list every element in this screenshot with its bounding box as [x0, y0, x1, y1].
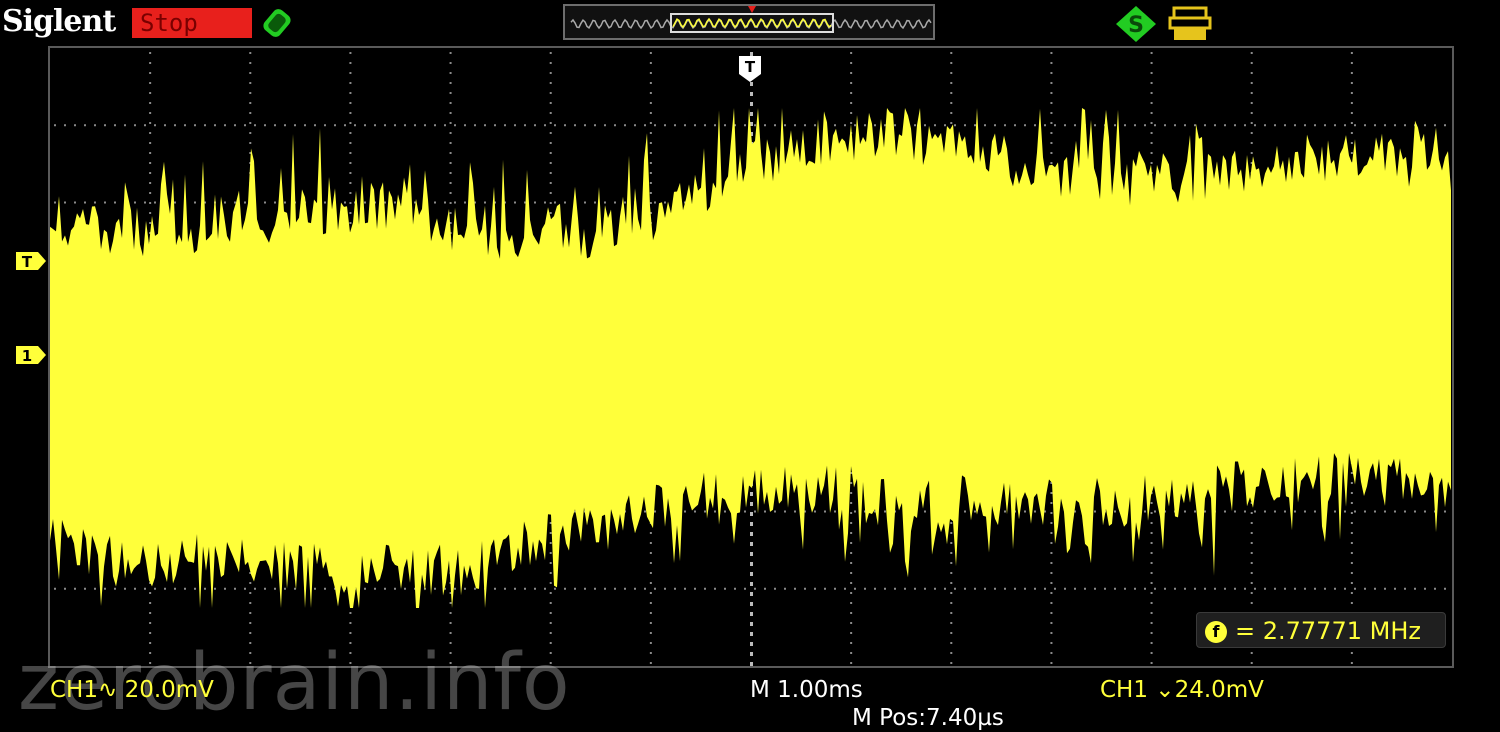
frequency-value: = 2.77771 MHz: [1235, 617, 1421, 645]
waveform-display[interactable]: [48, 46, 1454, 668]
usb-storage-icon: [1166, 4, 1214, 44]
run-stop-status[interactable]: Stop: [132, 8, 252, 38]
trigger-status-icon: S: [1112, 4, 1160, 44]
ch1-ground-marker[interactable]: 1: [14, 344, 48, 366]
memory-overview-bar[interactable]: [563, 4, 935, 40]
trigger-position-label: T: [745, 58, 756, 76]
frequency-icon: f: [1205, 621, 1227, 643]
frequency-readout: f = 2.77771 MHz: [1196, 612, 1446, 648]
trigger-readout[interactable]: CH1 ⌄24.0mV: [1100, 676, 1264, 704]
trigger-level-label: T: [22, 253, 33, 271]
svg-text:S: S: [1128, 13, 1144, 38]
trigger-position-marker[interactable]: T: [737, 54, 763, 84]
trigger-level-marker[interactable]: T: [14, 250, 48, 272]
timebase-readout[interactable]: M 1.00ms: [750, 676, 863, 704]
brand-logo: Siglent: [2, 4, 116, 39]
horizontal-position-readout[interactable]: M Pos:7.40µs: [852, 704, 1004, 732]
ch1-vertical-scale[interactable]: CH1∿ 20.0mV: [50, 676, 214, 704]
probe-icon: [257, 4, 299, 42]
ch1-marker-label: 1: [22, 347, 32, 365]
